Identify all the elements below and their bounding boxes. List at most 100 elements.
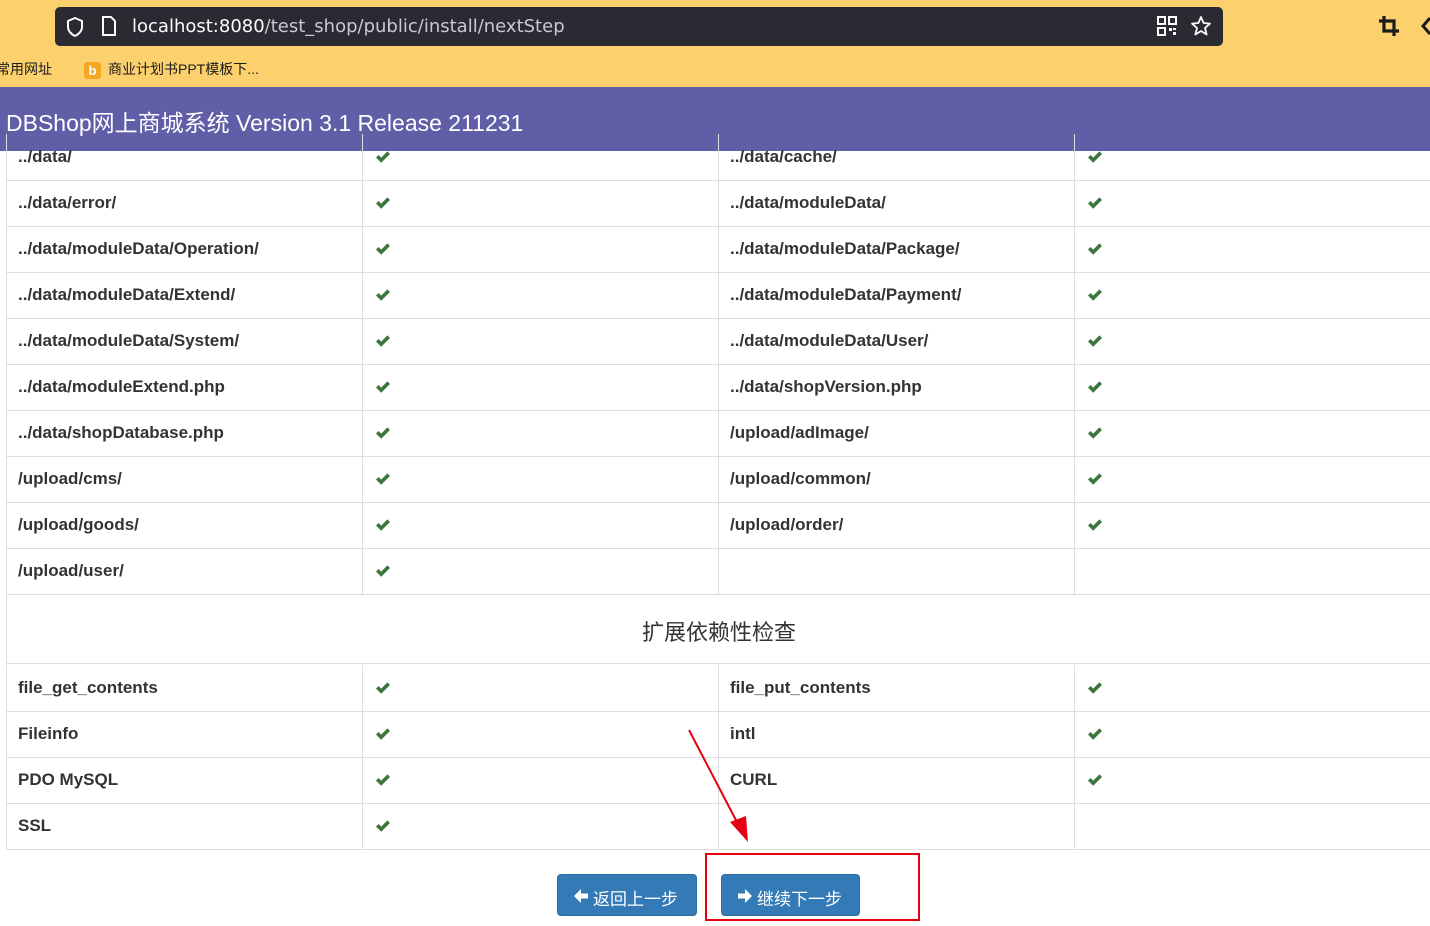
table-row: ../data/moduleData/Extend/ ../data/module… — [6, 272, 1430, 319]
item-label: ../data/moduleData/Operation/ — [18, 239, 259, 258]
favicon-icon: b — [84, 61, 101, 79]
table-row: /upload/goods/ /upload/order/ — [6, 502, 1430, 549]
item-label: ../data/moduleExtend.php — [18, 377, 225, 396]
table-cell — [1074, 134, 1430, 180]
qr-code-icon[interactable] — [1157, 16, 1177, 36]
bookmark-star-icon[interactable] — [1190, 15, 1212, 37]
table-cell — [362, 318, 718, 364]
bookmark-ppt-template[interactable]: b 商业计划书PPT模板下... — [84, 59, 259, 79]
check-icon — [1087, 242, 1103, 261]
url-text[interactable]: localhost:8080/test_shop/public/install/… — [132, 16, 565, 37]
annotation-arrow-icon — [688, 729, 748, 842]
check-icon — [375, 288, 391, 307]
check-icon — [375, 380, 391, 399]
check-icon — [1087, 773, 1103, 792]
check-icon — [375, 819, 391, 838]
table-cell — [362, 226, 718, 272]
check-icon — [375, 727, 391, 746]
item-label: ../data/cache/ — [730, 147, 837, 166]
arrow-left-icon — [574, 889, 588, 903]
check-icon — [1087, 150, 1103, 169]
table-cell: ../data/moduleData/User/ — [718, 318, 1074, 364]
table-cell — [362, 410, 718, 456]
table-cell: /upload/adImage/ — [718, 410, 1074, 456]
table-cell — [362, 711, 718, 757]
table-row: ../data/error/ ../data/moduleData/ — [6, 180, 1430, 227]
item-label: ../data/ — [18, 147, 72, 166]
table-cell — [362, 502, 718, 548]
check-icon — [1087, 518, 1103, 537]
check-icon — [375, 426, 391, 445]
crop-icon[interactable] — [1378, 15, 1400, 37]
table-cell: /upload/user/ — [6, 548, 362, 594]
table-row: ../data/moduleData/Operation/ ../data/mod… — [6, 226, 1430, 273]
check-icon — [375, 773, 391, 792]
item-label: ../data/shopDatabase.php — [18, 423, 224, 442]
back-button[interactable]: 返回上一步 — [557, 874, 697, 916]
check-icon — [1087, 380, 1103, 399]
table-cell: SSL — [6, 803, 362, 849]
table-cell: /upload/common/ — [718, 456, 1074, 502]
back-button-label: 返回上一步 — [593, 890, 678, 909]
table-cell: Fileinfo — [6, 711, 362, 757]
item-label: Fileinfo — [18, 724, 79, 743]
check-icon — [375, 564, 391, 583]
table-cell: /upload/order/ — [718, 502, 1074, 548]
table-cell: ../data/ — [6, 134, 362, 180]
table-cell — [362, 272, 718, 318]
check-icon — [1087, 288, 1103, 307]
page-title: DBShop网上商城系统 Version 3.1 Release 211231 — [6, 110, 524, 136]
table-row: ../data/shopDatabase.php/upload/adImage/ — [6, 410, 1430, 457]
table-cell — [362, 757, 718, 803]
item-label: ../data/moduleData/User/ — [730, 331, 929, 350]
page-icon — [102, 16, 116, 36]
annotation-highlight-box — [705, 853, 920, 921]
item-label: /upload/user/ — [18, 561, 124, 580]
table-cell — [1074, 272, 1430, 318]
back-arrow-icon[interactable] — [1420, 15, 1430, 37]
table-cell — [362, 134, 718, 180]
item-label: /upload/goods/ — [18, 515, 139, 534]
table-cell: file_get_contents — [6, 665, 362, 711]
table-row: file_get_contents file_put_contents — [6, 665, 1430, 712]
table-cell: ../data/moduleData/System/ — [6, 318, 362, 364]
item-label: ../data/moduleData/Payment/ — [730, 285, 962, 304]
table-cell — [1074, 456, 1430, 502]
check-icon — [375, 472, 391, 491]
table-cell: ../data/moduleData/Package/ — [718, 226, 1074, 272]
table-cell — [718, 548, 1074, 594]
item-label: PDO MySQL — [18, 770, 119, 789]
item-label: ../data/moduleData/Extend/ — [18, 285, 236, 304]
check-icon — [1087, 196, 1103, 215]
table-cell — [1074, 410, 1430, 456]
table-cell — [1074, 180, 1430, 226]
table-cell — [1074, 318, 1430, 364]
table-cell: ../data/cache/ — [718, 134, 1074, 180]
table-cell: ../data/error/ — [6, 180, 362, 226]
table-cell: ../data/moduleData/Operation/ — [6, 226, 362, 272]
item-label: ../data/error/ — [18, 193, 117, 212]
table-cell: /upload/goods/ — [6, 502, 362, 548]
table-cell: CURL — [718, 757, 1074, 803]
item-label: /upload/cms/ — [18, 469, 122, 488]
table-row: /upload/user/ — [6, 548, 1430, 595]
table-cell — [362, 665, 718, 711]
table-cell: file_put_contents — [718, 665, 1074, 711]
shield-icon[interactable] — [66, 17, 84, 37]
bookmark-common-sites[interactable]: 常用网址 — [0, 59, 52, 79]
check-icon — [375, 242, 391, 261]
table-cell — [362, 180, 718, 226]
table-cell — [1074, 226, 1430, 272]
table-cell — [1074, 757, 1430, 803]
table-cell — [362, 803, 718, 849]
check-icon — [375, 150, 391, 169]
table-cell: ../data/moduleData/ — [718, 180, 1074, 226]
check-icon — [375, 196, 391, 215]
item-label: ../data/moduleData/System/ — [18, 331, 240, 350]
item-label: ../data/shopVersion.php — [730, 377, 922, 396]
table-cell — [1074, 364, 1430, 410]
table-cell: ../data/shopDatabase.php — [6, 410, 362, 456]
item-label: SSL — [18, 816, 52, 835]
address-bar[interactable]: localhost:8080/test_shop/public/install/… — [55, 7, 1223, 46]
browser-toolbar: localhost:8080/test_shop/public/install/… — [0, 0, 1430, 87]
